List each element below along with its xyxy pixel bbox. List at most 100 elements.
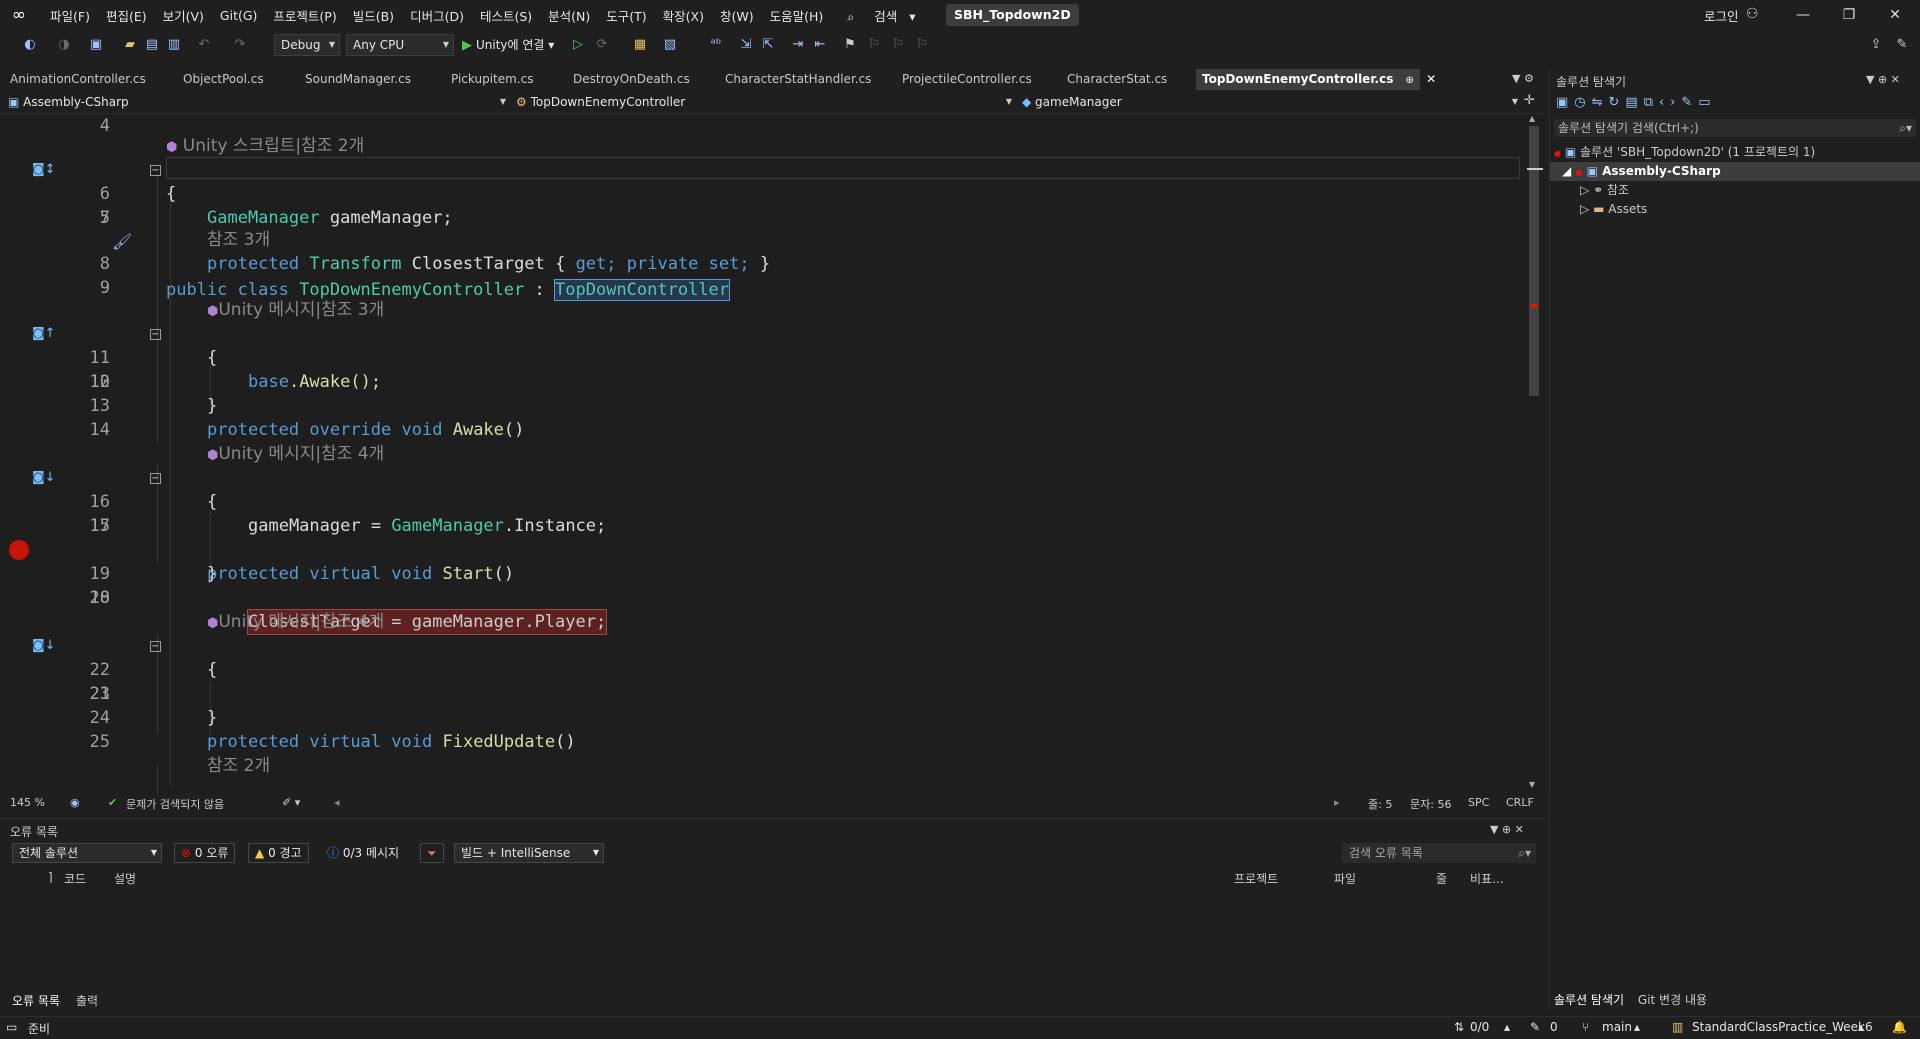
scroll-up-icon[interactable]: ▲ xyxy=(1529,114,1535,123)
menu-git[interactable]: Git(G) xyxy=(212,8,266,23)
overrides-icon[interactable]: ◙↑ xyxy=(32,326,56,342)
issues-status[interactable]: 문제가 검색되지 않음 xyxy=(126,796,224,812)
codelens[interactable]: ⬢Unity 메시지|참조 4개 xyxy=(207,442,384,468)
codelens[interactable]: ⬢Unity 메시지|참조 4개 xyxy=(207,610,384,636)
tab-error-list[interactable]: 오류 목록 xyxy=(12,992,60,1009)
menu-build[interactable]: 빌드(B) xyxy=(345,6,402,25)
minimize-button[interactable]: — xyxy=(1780,0,1826,30)
redo-icon[interactable]: ↷ xyxy=(232,37,248,53)
visual-studio-logo-icon[interactable]: ∞ xyxy=(8,5,30,25)
filter-icon[interactable]: ⏷ xyxy=(420,843,444,863)
save-icon[interactable]: ▤ xyxy=(144,37,160,53)
menu-window[interactable]: 창(W) xyxy=(712,6,762,25)
errors-filter-button[interactable]: ⊗ 0 오류 xyxy=(174,843,236,863)
column-suppression[interactable]: 비표... xyxy=(1470,870,1504,887)
login-link[interactable]: 로그인 xyxy=(1704,6,1739,25)
collapse-icon[interactable]: − xyxy=(150,329,161,340)
hot-reload-icon[interactable]: ⟳ xyxy=(594,37,610,53)
undo-icon[interactable]: ↶ xyxy=(196,37,212,53)
warnings-filter-button[interactable]: ▲ 0 경고 xyxy=(248,843,309,863)
pending-changes-count[interactable]: 0 xyxy=(1550,1020,1558,1034)
restore-button[interactable]: ❐ xyxy=(1826,0,1872,30)
column-description[interactable]: 설명 xyxy=(114,870,136,887)
menu-analyze[interactable]: 분석(N) xyxy=(540,6,598,25)
split-editor-icon[interactable]: ✛ xyxy=(1524,93,1535,108)
zoom-level[interactable]: 145 % xyxy=(10,796,45,809)
menu-test[interactable]: 테스트(S) xyxy=(472,6,540,25)
tab-object-pool[interactable]: ObjectPool.cs xyxy=(183,69,264,90)
tab-pickup-item[interactable]: Pickupitem.cs xyxy=(451,69,533,90)
attach-unity-button[interactable]: ▶ Unity에 연결 ▾ xyxy=(462,34,554,56)
type-dropdown[interactable]: ⚙ TopDownEnemyController ▼ xyxy=(516,93,1014,111)
tree-solution[interactable]: ● ▣ 솔루션 'SBH_Topdown2D' (1 프로젝트의 1) xyxy=(1554,143,1815,162)
collapse-icon[interactable]: − xyxy=(150,641,161,652)
line-indicator[interactable]: 줄: 5 xyxy=(1368,796,1392,812)
error-search-input[interactable]: 검색 오류 목록 ⌕▾ xyxy=(1342,843,1536,863)
tab-git-changes[interactable]: Git 변경 내용 xyxy=(1638,993,1707,1007)
start-without-debugging-icon[interactable]: ▷ xyxy=(570,37,586,53)
tab-sound-manager[interactable]: SoundManager.cs xyxy=(305,69,411,90)
codelens[interactable]: ⬢ Unity 스크립트|참조 2개 xyxy=(166,134,364,160)
notifications-icon[interactable]: 🔔 xyxy=(1892,1020,1907,1034)
tab-topdown-enemy-controller[interactable]: TopDownEnemyController.cs ⊕ ✕ xyxy=(1196,69,1436,90)
save-all-icon[interactable]: ▥ xyxy=(166,37,182,53)
bookmark-icon[interactable]: ⚑ xyxy=(842,37,858,53)
codelens-text[interactable]: 참조 3개 xyxy=(207,228,270,252)
column-file[interactable]: 파일 xyxy=(1334,870,1356,887)
project-dropdown[interactable]: ▣ Assembly-CSharp ▼ xyxy=(8,93,508,111)
configuration-select[interactable]: Debug ▼ xyxy=(274,34,340,56)
prev-bookmark-icon[interactable]: ⚐ xyxy=(866,37,882,53)
build-source-select[interactable]: 빌드 + IntelliSense ▼ xyxy=(454,843,604,863)
tab-overflow-icon[interactable]: ▼ ⚙ xyxy=(1512,72,1534,85)
column-indicator[interactable]: 문자: 56 xyxy=(1410,796,1451,812)
tab-solution-explorer[interactable]: 솔루션 탐색기 xyxy=(1554,993,1624,1007)
repository-name[interactable]: StandardClassPractice_Week6 xyxy=(1692,1020,1873,1034)
close-window-button[interactable]: ✕ xyxy=(1872,0,1918,30)
column-project[interactable]: 프로젝트 xyxy=(1234,870,1278,887)
member-dropdown[interactable]: ◆ gameManager ▼ xyxy=(1022,93,1520,111)
close-tab-icon[interactable]: ✕ xyxy=(1426,72,1436,86)
tree-assets[interactable]: ▷ ▬ Assets xyxy=(1580,200,1647,219)
line-ending-indicator[interactable]: CRLF xyxy=(1506,796,1534,809)
share-icon[interactable]: ⇪ xyxy=(1868,37,1884,53)
next-bookmark-icon[interactable]: ⚐ xyxy=(890,37,906,53)
layout-icon[interactable]: ▧ xyxy=(662,37,678,53)
scroll-right-icon[interactable]: ▸ xyxy=(1334,796,1340,809)
implements-icon[interactable]: ◙↕ xyxy=(32,162,56,178)
tab-animation-controller[interactable]: AnimationController.cs xyxy=(10,69,146,90)
outdent-icon[interactable]: ⇤ xyxy=(812,37,828,53)
menu-debug[interactable]: 디버그(D) xyxy=(402,6,472,25)
branch-icon[interactable]: ⑂ xyxy=(1582,1020,1589,1034)
collapse-icon[interactable]: − xyxy=(150,473,161,484)
sort-icon[interactable]: ⌉ xyxy=(48,870,53,884)
panel-options-icon[interactable]: ▼ ⊕ ✕ xyxy=(1866,73,1900,86)
code-cleanup-icon[interactable]: ✐ ▾ xyxy=(282,796,300,809)
menu-edit[interactable]: 편집(E) xyxy=(98,6,155,25)
indent-icon[interactable]: ⇥ xyxy=(790,37,806,53)
solution-search-input[interactable]: 솔루션 탐색기 검색(Ctrl+;) ⌕▾ xyxy=(1554,119,1916,137)
spell-check-icon[interactable]: ᵃᵇ xyxy=(708,37,724,53)
tab-destroy-on-death[interactable]: DestroyOnDeath.cs xyxy=(573,69,690,90)
collapse-icon[interactable]: − xyxy=(150,165,161,176)
step-into-icon[interactable]: ⇲ xyxy=(738,37,754,53)
menu-extensions[interactable]: 확장(X) xyxy=(655,6,712,25)
messages-filter-button[interactable]: ⓘ 0/3 메시지 xyxy=(320,843,406,863)
browser-icon[interactable]: ▦ xyxy=(632,37,648,53)
step-over-icon[interactable]: ⇱ xyxy=(760,37,776,53)
search-button[interactable]: ⌕ 검색 ▾ xyxy=(831,6,923,25)
clear-bookmarks-icon[interactable]: ⚐ xyxy=(914,37,930,53)
intellicode-icon[interactable]: ◉ xyxy=(70,796,80,809)
output-window-icon[interactable]: ▭ xyxy=(6,1020,17,1034)
repository-icon[interactable]: ▥ xyxy=(1672,1020,1683,1034)
editor-vertical-scrollbar[interactable]: ▲ ▼ xyxy=(1527,114,1543,794)
overridden-icon[interactable]: ◙↓ xyxy=(32,638,56,654)
scroll-down-icon[interactable]: ▼ xyxy=(1529,780,1535,789)
menu-help[interactable]: 도움말(H) xyxy=(762,6,832,25)
branch-name[interactable]: main xyxy=(1602,1020,1632,1034)
sync-count[interactable]: 0/0 xyxy=(1470,1020,1489,1034)
menu-tools[interactable]: 도구(T) xyxy=(598,6,654,25)
menu-file[interactable]: 파일(F) xyxy=(42,6,98,25)
open-folder-icon[interactable]: ▰ xyxy=(122,37,138,53)
tree-references[interactable]: ▷ ⚭ 참조 xyxy=(1580,181,1629,200)
scroll-left-icon[interactable]: ◂ xyxy=(334,796,340,809)
